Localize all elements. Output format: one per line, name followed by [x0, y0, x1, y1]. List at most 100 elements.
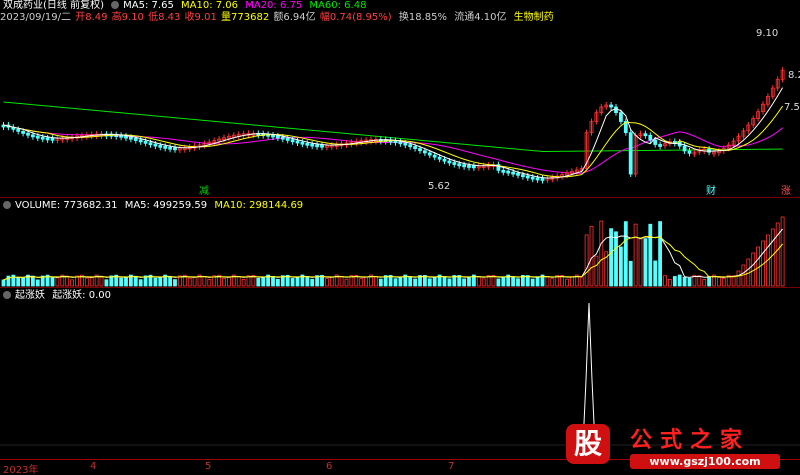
volume-bar: [481, 278, 486, 287]
watermark-url: www.gszj100.com: [630, 454, 780, 469]
candle: [124, 133, 128, 142]
candle: [202, 140, 207, 149]
volume-bar: [393, 278, 398, 287]
price-low-label: 5.62: [428, 181, 451, 192]
chart-canvas: [0, 67, 800, 446]
volume-bar: [707, 276, 711, 287]
volume-bar: [50, 277, 55, 287]
candle: [628, 129, 633, 178]
ma10-line: [3, 105, 784, 178]
watermark: 股 公式之家 www.gszj100.com: [560, 420, 800, 475]
volume-bar: [599, 220, 604, 287]
candle: [177, 145, 182, 154]
volume-bar: [261, 276, 266, 287]
candle: [736, 133, 741, 144]
candle: [594, 109, 599, 125]
x-tick-1: 4: [90, 461, 97, 472]
x-tick-3: 6: [326, 461, 333, 472]
volume-bar: [305, 276, 310, 287]
candle: [11, 124, 16, 133]
candle: [501, 167, 506, 176]
volume-bar: [648, 223, 653, 287]
price-label-1: 8.2: [788, 70, 800, 81]
candle: [658, 141, 662, 150]
candle: [168, 144, 173, 153]
volume-indicator-separator: [0, 287, 800, 288]
volume-bar: [467, 276, 471, 287]
volume-bar: [84, 277, 89, 287]
candle: [173, 144, 177, 153]
indicator-settings-icon[interactable]: [3, 291, 11, 299]
candle: [770, 85, 775, 100]
indicator-header: 起涨妖 起涨妖: 0.00: [3, 290, 115, 302]
volume-bar: [344, 278, 349, 287]
price-volume-separator: [0, 197, 800, 198]
volume-bar: [153, 277, 158, 287]
candle: [315, 141, 320, 150]
volume-bar: [432, 276, 437, 287]
volume-bar: [222, 277, 226, 287]
candle: [633, 132, 638, 178]
volume-bar: [30, 275, 35, 287]
volume-bar: [104, 279, 109, 287]
candle: [114, 131, 119, 140]
volume-bar: [447, 278, 452, 287]
volume-bar: [614, 231, 618, 287]
watermark-logo: 股: [566, 424, 610, 464]
volume-bar: [207, 279, 212, 287]
volume-bar: [496, 278, 501, 287]
volume-bar: [99, 275, 104, 287]
volume-bar: [501, 276, 506, 287]
volume-bar: [677, 274, 682, 287]
x-tick-2: 5: [205, 461, 212, 472]
volume-bar: [462, 278, 467, 287]
candle: [467, 162, 471, 171]
volume-bar: [717, 276, 721, 287]
candle: [256, 130, 261, 139]
candle: [378, 136, 383, 145]
volume-bar: [702, 279, 707, 287]
x-tick-4: 7: [448, 461, 455, 472]
candle: [609, 102, 613, 110]
candle: [231, 132, 236, 141]
candle: [741, 127, 746, 140]
candle: [766, 93, 770, 108]
volume-header: VOLUME: 773682.31 MA5: 499259.59 MA10: 2…: [3, 200, 307, 212]
candle: [1, 122, 6, 130]
candle: [119, 132, 123, 141]
volume-bar: [310, 278, 315, 287]
volume-bar: [511, 276, 516, 287]
watermark-brand: 公式之家: [630, 427, 751, 453]
candle: [746, 122, 751, 134]
volume-bar: [579, 276, 584, 287]
volume-bar: [736, 270, 741, 287]
candle: [604, 102, 609, 110]
volume-bar: [275, 278, 280, 287]
volume-settings-icon[interactable]: [3, 201, 11, 209]
candle: [476, 162, 481, 171]
candle: [589, 118, 594, 136]
volume-bar: [589, 225, 594, 287]
price-label-2: 7.52: [784, 102, 800, 113]
volume-bar: [545, 276, 550, 287]
indicator-value: 起涨妖: 0.00: [52, 290, 112, 301]
candle: [775, 76, 780, 92]
volume-bar: [413, 278, 418, 287]
candle: [599, 103, 604, 116]
candle: [623, 118, 628, 136]
volume-bar: [124, 277, 128, 287]
candle: [226, 133, 231, 142]
volume-bar: [535, 276, 540, 287]
volume-bar: [516, 278, 520, 287]
candle: [717, 147, 721, 156]
volume-bar: [682, 276, 687, 287]
volume-bar: [226, 276, 231, 287]
candle: [55, 135, 60, 144]
volume-bar: [373, 276, 378, 287]
volume-bar: [89, 277, 94, 287]
volume-bar: [442, 276, 447, 287]
volume-bar: [202, 276, 207, 287]
candle: [398, 138, 403, 147]
stock-chart-window: { "header": { "stock_name": "双成药业", "mod…: [0, 0, 800, 475]
volume-bar: [55, 277, 60, 287]
